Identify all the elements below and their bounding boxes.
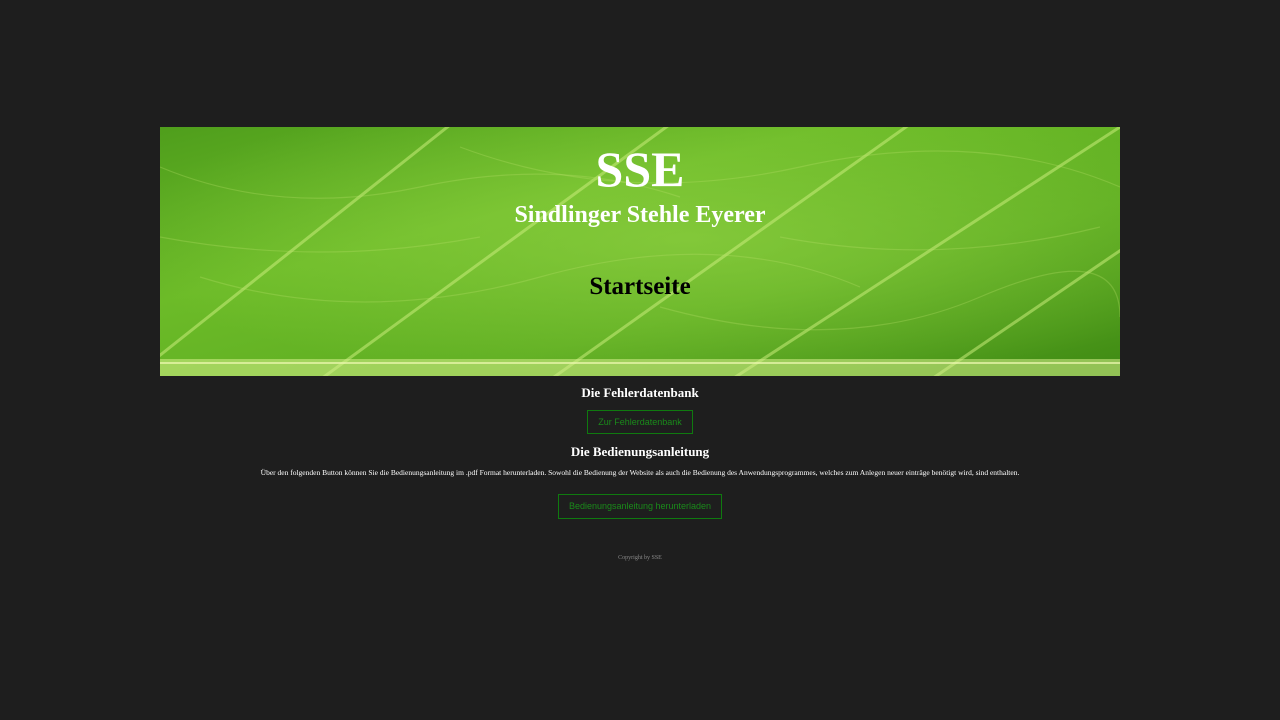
fehlerdatenbank-button-wrap: Zur Fehlerdatenbank bbox=[0, 410, 1280, 434]
bedienungsanleitung-button-wrap: Bedienungsanleitung herunterladen bbox=[0, 494, 1280, 519]
bedienungsanleitung-text-wrap: Über den folgenden Button können Sie die… bbox=[0, 468, 1280, 477]
footer: Copyright by SSE bbox=[0, 546, 1280, 564]
bedienungsanleitung-heading: Die Bedienungsanleitung bbox=[570, 444, 710, 459]
copyright-text: Copyright by SSE bbox=[618, 555, 662, 561]
site-logo-title: SSE bbox=[595, 141, 685, 197]
download-manual-button[interactable]: Bedienungsanleitung herunterladen bbox=[557, 494, 723, 519]
fehlerdatenbank-section: Die Fehlerdatenbank bbox=[0, 385, 1280, 401]
site-subtitle: Sindlinger Stehle Eyerer bbox=[514, 202, 766, 228]
fehlerdatenbank-heading: Die Fehlerdatenbank bbox=[581, 385, 699, 400]
bedienungsanleitung-description: Über den folgenden Button können Sie die… bbox=[260, 468, 1020, 477]
bedienungsanleitung-section: Die Bedienungsanleitung bbox=[0, 444, 1280, 460]
fehlerdatenbank-button[interactable]: Zur Fehlerdatenbank bbox=[587, 410, 693, 434]
page-title: Startseite bbox=[589, 273, 691, 300]
